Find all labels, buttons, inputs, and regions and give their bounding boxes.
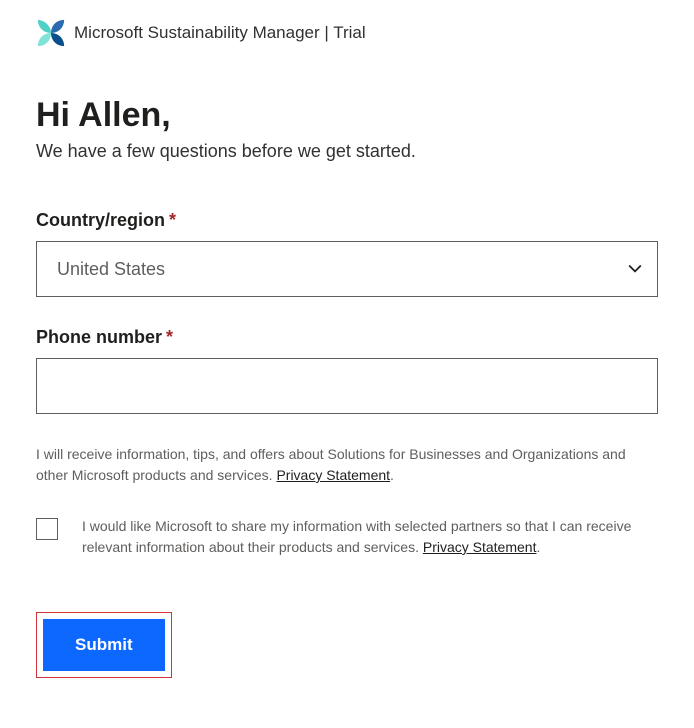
country-field-group: Country/region* United States <box>36 210 658 297</box>
country-label-text: Country/region <box>36 210 165 230</box>
partner-consent-row: I would like Microsoft to share my infor… <box>36 516 658 558</box>
header: Microsoft Sustainability Manager | Trial <box>36 18 658 48</box>
country-select-wrapper: United States <box>36 241 658 297</box>
country-label: Country/region* <box>36 210 658 231</box>
subheading: We have a few questions before we get st… <box>36 141 658 162</box>
privacy-link[interactable]: Privacy Statement <box>276 467 390 483</box>
header-title: Microsoft Sustainability Manager | Trial <box>74 23 366 43</box>
phone-label-text: Phone number <box>36 327 162 347</box>
country-select[interactable]: United States <box>36 241 658 297</box>
phone-input[interactable] <box>36 358 658 414</box>
partner-consent-label: I would like Microsoft to share my infor… <box>82 516 658 558</box>
partner-consent-text: I would like Microsoft to share my infor… <box>82 518 631 555</box>
phone-label: Phone number* <box>36 327 658 348</box>
submit-highlight-box: Submit <box>36 612 172 678</box>
required-mark: * <box>169 210 176 230</box>
greeting-heading: Hi Allen, <box>36 96 658 135</box>
privacy-link-2[interactable]: Privacy Statement <box>423 539 537 555</box>
consent-text: I will receive information, tips, and of… <box>36 444 658 486</box>
sustainability-logo-icon <box>36 18 66 48</box>
partner-consent-checkbox[interactable] <box>36 518 58 540</box>
submit-button[interactable]: Submit <box>43 619 165 671</box>
phone-field-group: Phone number* <box>36 327 658 414</box>
required-mark: * <box>166 327 173 347</box>
